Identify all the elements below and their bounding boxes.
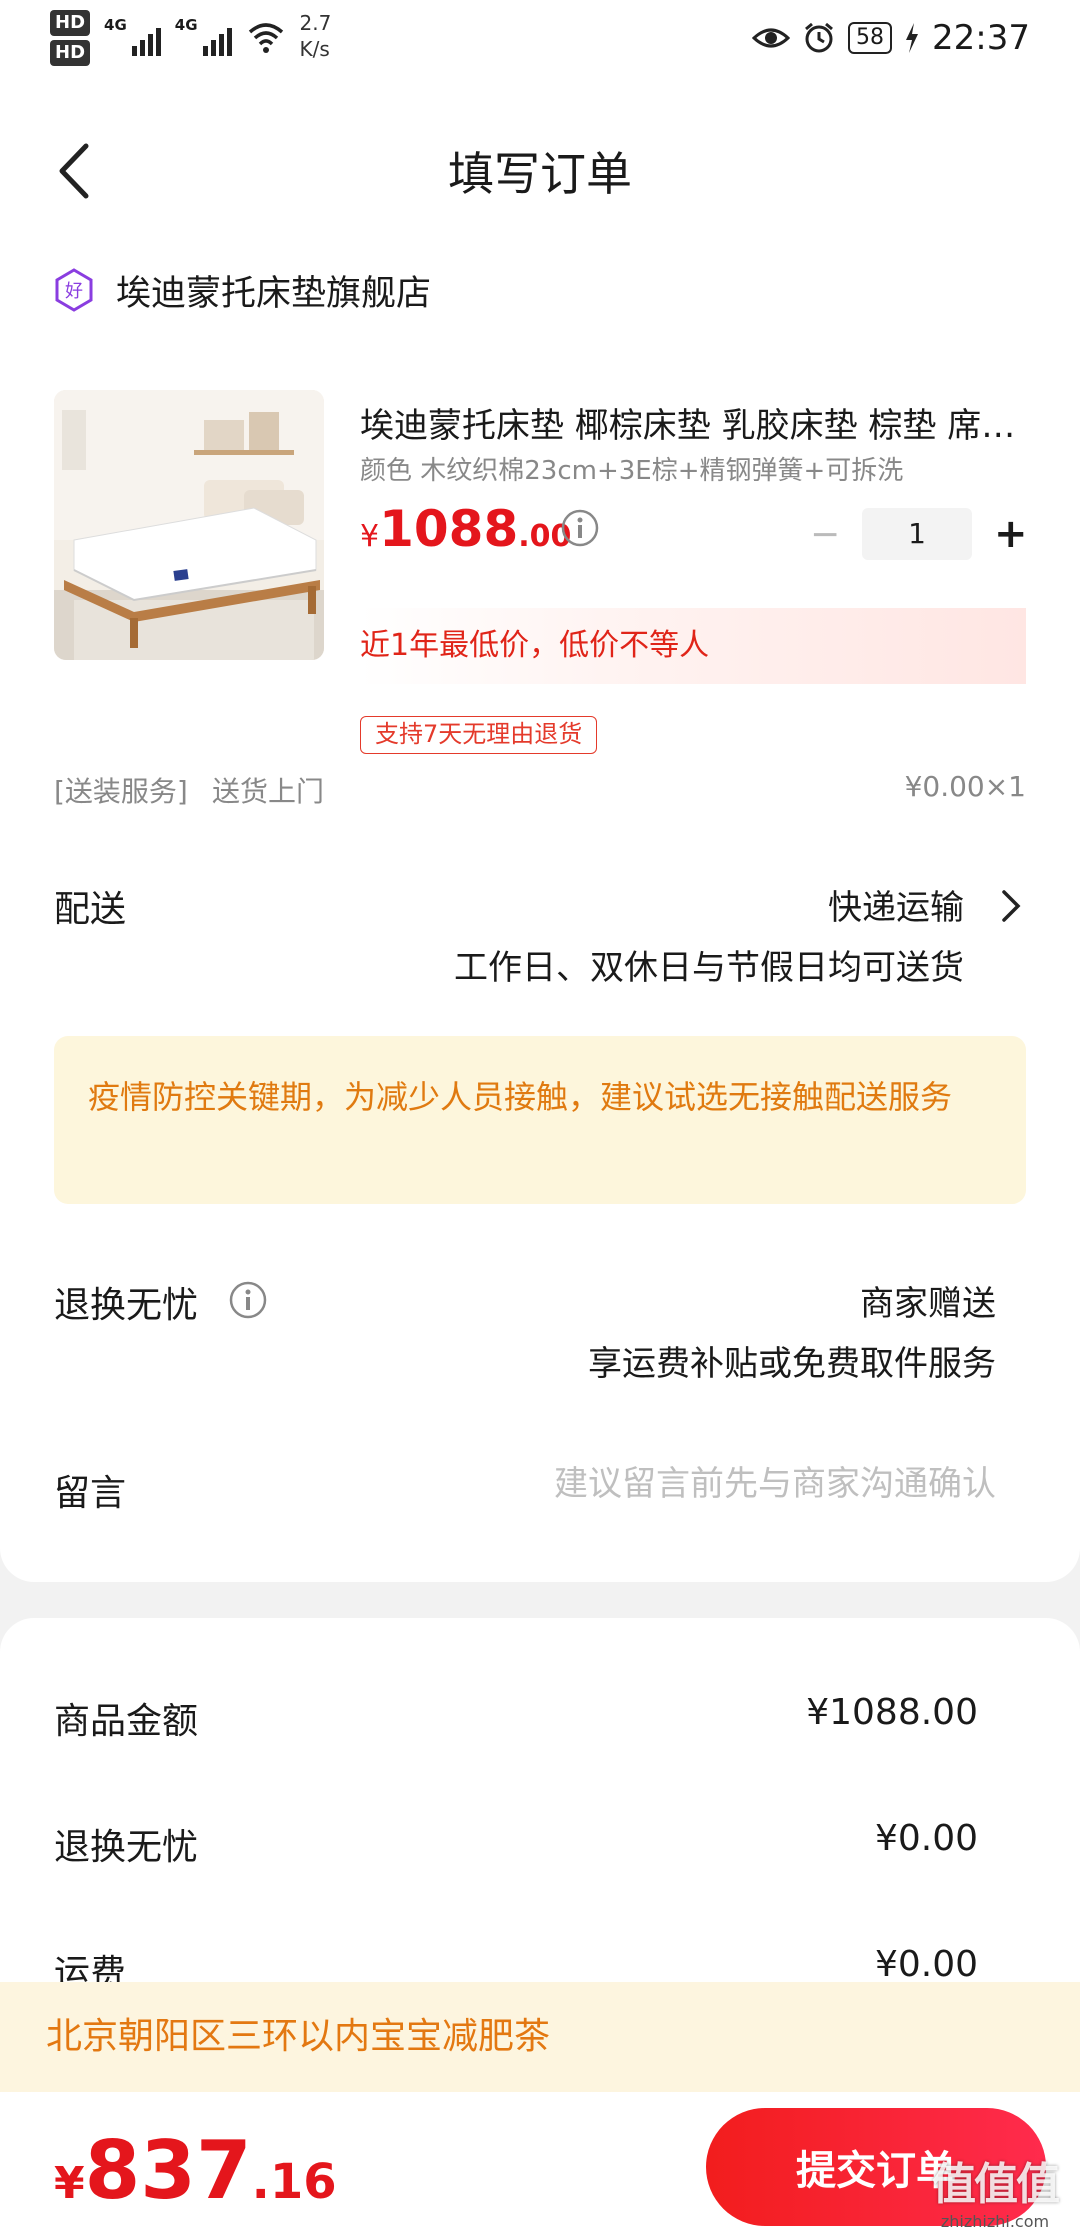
status-bar: HD HD 4G 4G 2.7 K/s 58 22:37 (0, 0, 1080, 80)
quantity-field[interactable]: 1 (862, 508, 972, 560)
network-type-2: 4G (174, 16, 198, 34)
product-image[interactable] (54, 390, 324, 660)
summary-label: 退换无忧 (54, 1827, 199, 1868)
service-value: 送货上门 (212, 775, 325, 808)
message-label: 留言 (54, 1473, 127, 1514)
increase-button[interactable]: + (994, 511, 1028, 557)
shop-badge-text: 好 (65, 281, 83, 302)
network-speed: 2.7 K/s (300, 10, 332, 62)
summary-row-return-worry: 退换无忧 ¥0.00 (54, 1818, 978, 1868)
network-type-1: 4G (104, 16, 127, 34)
hd-indicators: HD HD (50, 10, 91, 66)
summary-value: ¥1088.00 (806, 1692, 978, 1733)
delivery-address-bar[interactable]: 北京朝阳区三环以内宝宝减肥茶 (0, 1982, 1080, 2092)
page-title: 填写订单 (448, 147, 632, 201)
chevron-right-icon[interactable] (998, 888, 1024, 924)
shop-name: 埃迪蒙托床垫旗舰店 (116, 273, 432, 314)
price-integer: 1088 (379, 500, 519, 558)
delivery-label: 配送 (54, 889, 127, 930)
total-currency: ¥ (54, 2158, 85, 2209)
wifi-icon (248, 23, 283, 53)
lowest-price-banner: 近1年最低价，低价不等人 (360, 608, 1026, 684)
total-decimal: .16 (251, 2154, 337, 2210)
hd-badge-2: HD (50, 40, 91, 66)
service-label: [送装服务] (54, 775, 188, 808)
battery-icon: 58 (848, 22, 893, 54)
status-left: HD HD 4G 4G 2.7 K/s (50, 10, 331, 66)
product-title[interactable]: 埃迪蒙托床垫 椰棕床垫 乳胶床垫 棕垫 席梦思床垫 (360, 398, 1020, 447)
quantity-stepper: − 1 + (810, 508, 1028, 560)
summary-value: ¥0.00 (874, 1818, 978, 1859)
total-integer: 837 (84, 2124, 252, 2217)
return-worry-value: 商家赠送 (860, 1284, 996, 1324)
status-right: 58 22:37 (752, 18, 1030, 58)
good-shop-badge-icon: 好 (55, 268, 93, 312)
message-input[interactable] (436, 1456, 996, 1512)
total-price: ¥ 837 .16 (54, 2124, 337, 2217)
price-summary-card: 商品金额 ¥1088.00 退换无忧 ¥0.00 运费 ¥0.00 (0, 1618, 1080, 2038)
order-card: 填写订单 好 埃迪蒙托床垫旗舰店 埃迪蒙托床垫 椰棕床垫 乳胶床垫 棕垫 席梦 … (0, 80, 1080, 1582)
submit-order-button[interactable]: 提交订单 (706, 2108, 1046, 2226)
return-worry-info-icon[interactable] (228, 1280, 268, 1320)
return-worry-label: 退换无忧 (54, 1285, 199, 1326)
checkout-bar: ¥ 837 .16 提交订单 (0, 2092, 1080, 2240)
delivery-note: 工作日、双休日与节假日均可送货 (454, 948, 964, 988)
clock-time: 22:37 (932, 18, 1030, 58)
mattress-image-icon (54, 390, 324, 660)
speed-unit: K/s (299, 37, 330, 61)
price-info-icon[interactable] (560, 508, 600, 548)
return-policy-tag: 支持7天无理由退货 (360, 716, 598, 754)
charging-icon (906, 23, 919, 53)
price-currency: ¥ (360, 519, 380, 554)
install-service-row: [送装服务] 送货上门 ¥0.00×1 (54, 770, 1026, 814)
product-price: ¥ 1088 .00 (360, 500, 571, 560)
summary-row-goods: 商品金额 ¥1088.00 (54, 1692, 978, 1742)
hd-badge-1: HD (50, 10, 91, 36)
signal-icon-1: 4G (104, 10, 161, 56)
contactless-notice: 疫情防控关键期，为减少人员接触，建议试选无接触配送服务 (54, 1036, 1026, 1204)
return-worry-note: 享运费补贴或免费取件服务 (588, 1344, 996, 1384)
speed-value: 2.7 (299, 11, 332, 35)
product-spec[interactable]: 颜色 木纹织棉23cm+3E棕+精钢弹簧+可拆洗 (360, 450, 960, 487)
delivery-method[interactable]: 快递运输 (828, 880, 964, 929)
signal-icon-2: 4G (175, 10, 232, 56)
alarm-icon (805, 22, 833, 53)
summary-label: 商品金额 (54, 1701, 199, 1742)
shop-row[interactable]: 好 埃迪蒙托床垫旗舰店 (54, 260, 431, 320)
eye-icon (752, 28, 791, 48)
summary-value: ¥0.00 (874, 1944, 978, 1985)
nav-bar: 填写订单 (0, 120, 1080, 220)
service-price: ¥0.00×1 (904, 770, 1026, 803)
decrease-button[interactable]: − (810, 514, 840, 555)
